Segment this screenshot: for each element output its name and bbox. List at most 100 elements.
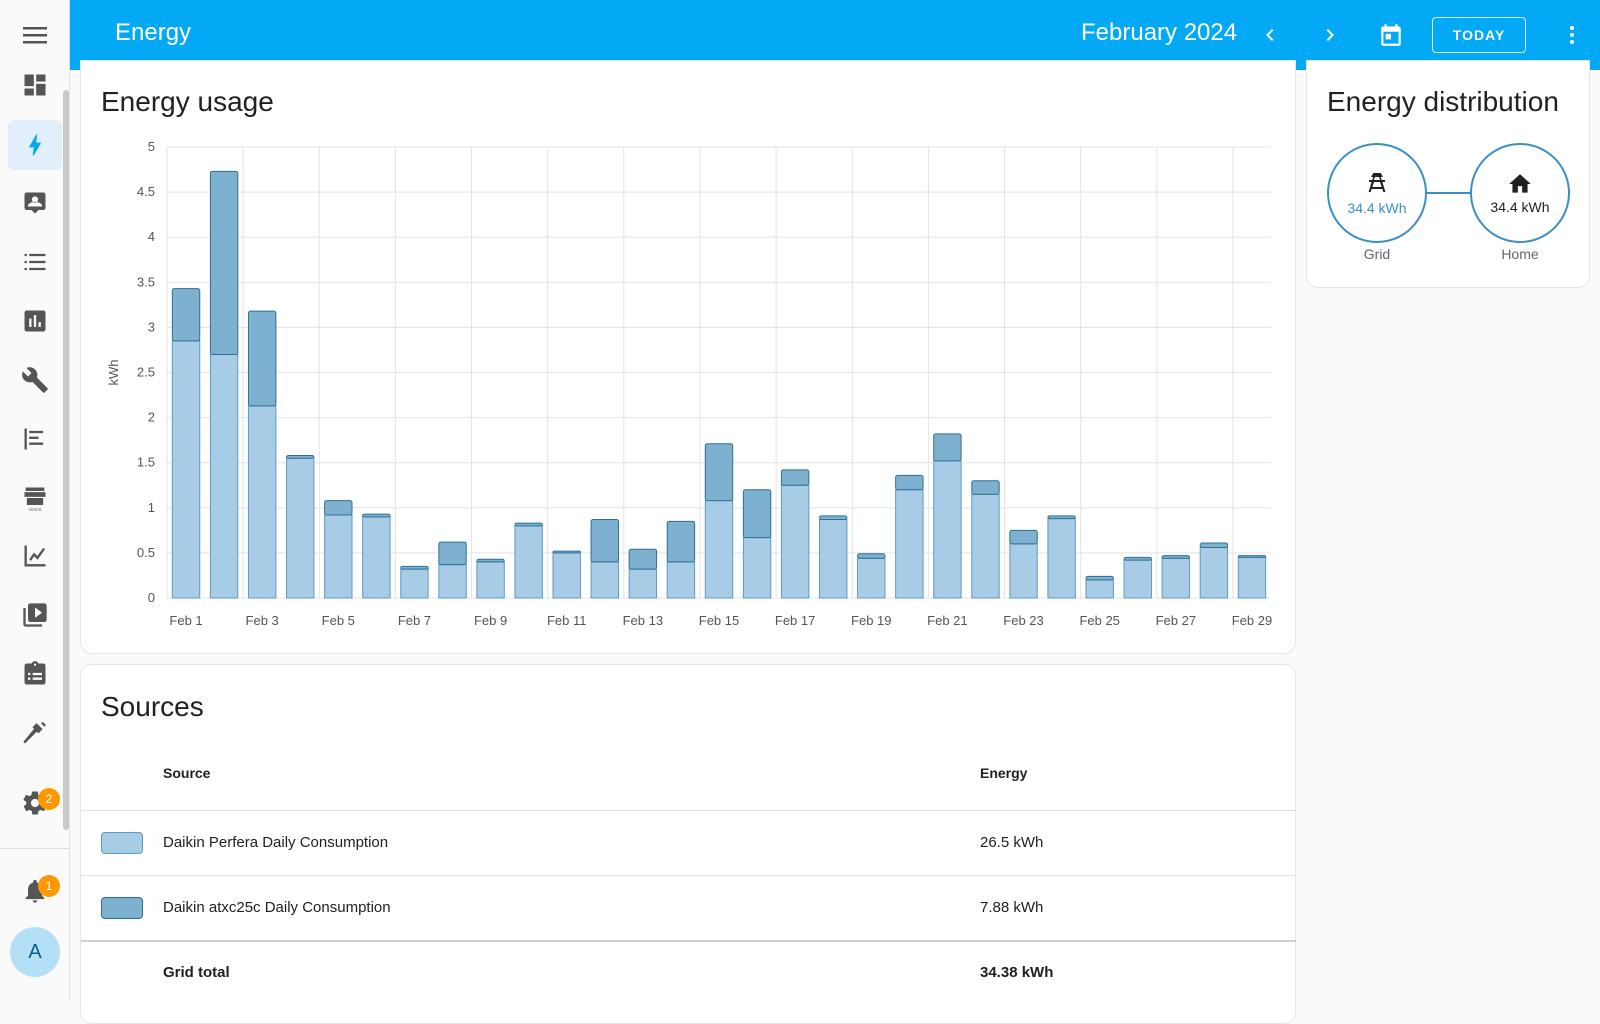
hammer-icon <box>23 721 46 744</box>
y-tick-label: 2 <box>148 410 155 425</box>
bar-perfera <box>971 493 1000 599</box>
svg-text:HACS: HACS <box>29 507 42 512</box>
perfera-color-swatch <box>101 832 143 854</box>
date-picker-button[interactable] <box>1374 18 1408 52</box>
sidebar-item-overview[interactable] <box>8 60 62 110</box>
x-tick-label: Feb 13 <box>623 613 663 628</box>
sidebar-scrollbar[interactable] <box>63 90 69 830</box>
menu-icon[interactable] <box>20 22 50 48</box>
source-name: Daikin atxc25c Daily Consumption <box>163 899 391 916</box>
bar-perfera <box>552 552 581 599</box>
sidebar-item-developer-tools[interactable] <box>8 708 62 758</box>
bar-atxc25c <box>742 489 772 539</box>
sidebar-item-energy[interactable] <box>8 120 62 170</box>
sidebar-item-logbook[interactable] <box>8 237 62 287</box>
bar-perfera <box>780 484 810 599</box>
bar-atxc25c <box>476 558 505 563</box>
bar-perfera <box>1161 557 1191 599</box>
sidebar-item-todo[interactable] <box>8 649 62 699</box>
bar-perfera <box>171 340 201 599</box>
bar-atxc25c <box>628 548 658 570</box>
bar-atxc25c <box>324 500 353 516</box>
y-tick-label: 3 <box>148 319 155 334</box>
header-divider <box>81 810 1296 811</box>
x-tick-label: Feb 27 <box>1156 613 1196 628</box>
bar-atxc25c <box>400 565 429 570</box>
sidebar-item-hacs[interactable]: HACS <box>8 473 62 523</box>
bar-atxc25c <box>514 522 543 527</box>
chevron-left-icon <box>1266 29 1274 41</box>
x-tick-label: Feb 17 <box>775 613 815 628</box>
bar-atxc25c <box>1161 555 1191 559</box>
sidebar-item-history[interactable] <box>8 296 62 346</box>
more-options-button[interactable] <box>1555 18 1589 52</box>
sidebar-item-map[interactable] <box>8 178 62 228</box>
bar-atxc25c <box>1237 555 1267 558</box>
bar-atxc25c <box>247 310 277 407</box>
bar-perfera <box>1085 579 1114 599</box>
bar-atxc25c <box>209 170 239 355</box>
sidebar-item-tools[interactable] <box>8 355 62 405</box>
format-align-icon <box>24 428 44 450</box>
y-tick-label: 4 <box>148 229 155 244</box>
source-energy: 7.88 kWh <box>980 899 1044 916</box>
today-button[interactable]: TODAY <box>1432 17 1526 53</box>
energy-usage-chart: 0 0.5 1 1.5 2 2.5 3 3.5 4 4.5 5 kWh Feb 1 Feb 3 Feb 5 F… <box>106 139 1272 628</box>
list-icon <box>24 253 46 271</box>
y-tick-label: 4.5 <box>137 184 155 199</box>
sidebar-item-media[interactable] <box>8 590 62 640</box>
play-box-icon <box>23 603 47 627</box>
bar-perfera <box>400 568 429 599</box>
bar-atxc25c <box>438 541 467 566</box>
next-period-button[interactable] <box>1313 18 1347 52</box>
bar-atxc25c <box>171 288 201 342</box>
bar-perfera <box>1237 556 1267 599</box>
bar-perfera <box>1199 546 1229 599</box>
previous-period-button[interactable] <box>1253 18 1287 52</box>
energy-distribution-card: Energy distribution 34.4 kWh Grid 34.4 k… <box>1306 60 1590 288</box>
bar-atxc25c <box>933 433 962 462</box>
bar-perfera <box>362 516 391 599</box>
grid-label: Grid <box>1363 246 1391 262</box>
bar-atxc25c <box>590 519 619 563</box>
bar-perfera <box>857 557 886 599</box>
bar-perfera <box>209 353 239 599</box>
bar-atxc25c <box>819 515 848 521</box>
bar-atxc25c <box>1123 556 1152 561</box>
calendar-icon <box>1381 24 1401 46</box>
x-tick-label: Feb 21 <box>927 613 967 628</box>
bar-atxc25c <box>780 469 810 486</box>
bar-perfera <box>895 489 924 599</box>
transmission-tower-icon <box>1368 173 1386 192</box>
sidebar-item-areas[interactable] <box>8 414 62 464</box>
y-tick-label: 1.5 <box>137 455 155 470</box>
home-label: Home <box>1501 246 1539 262</box>
y-tick-label: 1 <box>148 500 155 515</box>
grid-node[interactable]: 34.4 kWh <box>1327 143 1427 243</box>
bar-perfera <box>742 537 772 599</box>
bar-perfera <box>1047 518 1076 599</box>
source-name: Daikin Perfera Daily Consumption <box>163 834 389 851</box>
bar-atxc25c <box>1009 529 1038 545</box>
bar-atxc25c <box>857 553 886 559</box>
home-node[interactable]: 34.4 kWh <box>1470 143 1570 243</box>
x-tick-label: Feb 19 <box>851 613 891 628</box>
y-tick-label: 0 <box>148 590 155 605</box>
x-tick-label: Feb 11 <box>547 613 587 628</box>
x-tick-label: Feb 5 <box>322 613 355 628</box>
x-tick-label: Feb 7 <box>398 613 431 628</box>
grid-total-value: 34.38 kWh <box>980 964 1054 981</box>
bar-perfera <box>819 519 848 599</box>
bar-atxc25c <box>971 480 1000 495</box>
bar-chart-icon <box>24 310 46 332</box>
y-tick-label: 2.5 <box>137 365 155 380</box>
avatar[interactable]: A <box>10 927 60 977</box>
bar-perfera <box>324 514 353 599</box>
sidebar-item-statistics[interactable] <box>8 531 62 581</box>
bar-atxc25c <box>895 474 924 491</box>
bar-perfera <box>438 564 467 599</box>
bar-perfera <box>247 405 277 599</box>
period-label: February 2024 <box>1081 19 1238 46</box>
chevron-right-icon <box>1326 29 1334 41</box>
bar-perfera <box>514 525 543 599</box>
